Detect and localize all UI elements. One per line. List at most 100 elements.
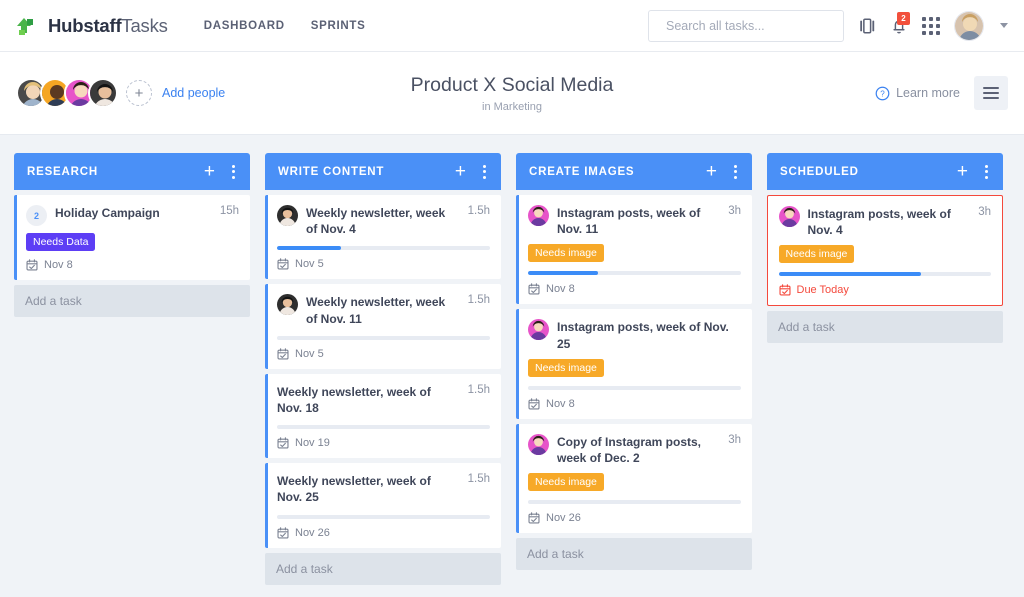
user-avatar-image xyxy=(955,12,984,41)
add-task-label: Add a task xyxy=(778,320,835,334)
project-members: + Add people xyxy=(16,78,225,108)
task-card[interactable]: Weekly newsletter, week of Nov. 111.5hNo… xyxy=(265,284,501,368)
grid-dot xyxy=(922,31,926,35)
task-time-estimate: 1.5h xyxy=(463,473,490,485)
task-title: Weekly newsletter, week of Nov. 18 xyxy=(277,384,455,416)
user-avatar[interactable] xyxy=(954,11,984,41)
task-due-date-label: Nov 19 xyxy=(295,437,330,449)
task-progress-bar xyxy=(277,515,490,519)
calendar-icon xyxy=(26,259,38,271)
add-card-button[interactable]: + xyxy=(706,162,717,181)
task-progress-fill xyxy=(779,272,921,276)
member-avatar[interactable] xyxy=(88,78,118,108)
calendar-icon xyxy=(528,283,540,295)
svg-text:?: ? xyxy=(880,89,885,98)
task-due-date: Due Today xyxy=(779,284,992,296)
notifications-bell[interactable]: 2 xyxy=(890,17,908,35)
task-title: Weekly newsletter, week of Nov. 11 xyxy=(306,294,455,326)
task-tag[interactable]: Needs image xyxy=(528,244,604,262)
task-card[interactable]: Instagram posts, week of Nov. 113hNeeds … xyxy=(516,195,752,304)
project-subheader: + Add people Product X Social Media in M… xyxy=(0,52,1024,135)
add-task-button-research[interactable]: Add a task xyxy=(14,285,250,317)
board-column-write-content: WRITE CONTENT+Weekly newsletter, week of… xyxy=(265,153,501,585)
logo-text-light: Tasks xyxy=(121,15,167,36)
column-actions: + xyxy=(706,162,741,181)
task-due-date: Nov 19 xyxy=(277,437,490,449)
task-card-header: Weekly newsletter, week of Nov. 25 1.5h xyxy=(277,473,490,505)
board-menu-button[interactable] xyxy=(974,76,1008,110)
kanban-board: RESEARCH+2Holiday Campaign15hNeeds DataN… xyxy=(0,135,1024,597)
board-column-create-images: CREATE IMAGES + Instagram posts, week of N… xyxy=(516,153,752,570)
board-column-research: RESEARCH+2Holiday Campaign15hNeeds DataN… xyxy=(14,153,250,317)
grid-dot xyxy=(922,17,926,21)
app-logo[interactable]: HubstaffTasks xyxy=(14,13,168,39)
column-header-create-images: CREATE IMAGES + xyxy=(516,153,752,190)
column-menu-button[interactable] xyxy=(981,163,992,181)
nav-sprints[interactable]: SPRINTS xyxy=(311,20,366,32)
add-people-button[interactable]: + xyxy=(126,80,152,106)
task-card[interactable]: Instagram posts, week of Nov. 4 3h Needs i… xyxy=(767,195,1003,306)
task-card-header: Weekly newsletter, week of Nov. 41.5h xyxy=(277,205,490,237)
task-assignee-avatar xyxy=(528,319,549,340)
menu-dot xyxy=(483,165,486,168)
task-title: Copy of Instagram posts, week of Dec. 2 xyxy=(557,434,715,466)
task-due-date-label: Nov 5 xyxy=(295,348,324,360)
task-card[interactable]: Weekly newsletter, week of Nov. 41.5hNov… xyxy=(265,195,501,279)
task-title: Instagram posts, week of Nov. 4 xyxy=(808,206,966,238)
task-card[interactable]: 2Holiday Campaign15hNeeds DataNov 8 xyxy=(14,195,250,280)
task-title: Weekly newsletter, week of Nov. 25 xyxy=(277,473,455,505)
column-cards: Instagram posts, week of Nov. 4 3h Needs i… xyxy=(767,195,1003,306)
apps-grid-icon[interactable] xyxy=(922,17,940,35)
add-task-button-write-content[interactable]: Add a task xyxy=(265,553,501,585)
hamburger-icon-line xyxy=(983,87,999,89)
task-card[interactable]: Copy of Instagram posts, week of Dec. 23… xyxy=(516,424,752,533)
task-due-date-label: Nov 8 xyxy=(546,398,575,410)
add-task-button-create-images[interactable]: Add a task xyxy=(516,538,752,570)
top-navigation-bar: HubstaffTasks DASHBOARD SPRINTS xyxy=(0,0,1024,52)
column-menu-button[interactable] xyxy=(479,163,490,181)
task-progress-fill xyxy=(277,246,341,250)
activity-sidebar-icon[interactable] xyxy=(858,17,876,35)
calendar-icon xyxy=(277,348,289,360)
add-card-button[interactable]: + xyxy=(204,162,215,181)
task-time-estimate: 3h xyxy=(973,206,991,218)
task-tag[interactable]: Needs Data xyxy=(26,233,95,251)
menu-dot xyxy=(232,176,235,179)
nav-dashboard[interactable]: DASHBOARD xyxy=(204,20,285,32)
column-cards: Weekly newsletter, week of Nov. 41.5h Nov… xyxy=(265,195,501,548)
task-due-date-label: Nov 8 xyxy=(546,283,575,295)
task-progress-bar xyxy=(528,500,741,504)
add-people-label[interactable]: Add people xyxy=(162,86,225,100)
column-menu-button[interactable] xyxy=(228,163,239,181)
column-cards: Instagram posts, week of Nov. 113hNeeds … xyxy=(516,195,752,533)
menu-dot xyxy=(985,176,988,179)
add-card-button[interactable]: + xyxy=(957,162,968,181)
search-box[interactable] xyxy=(648,10,844,42)
add-task-label: Add a task xyxy=(25,294,82,308)
task-card[interactable]: Weekly newsletter, week of Nov. 251.5hNo… xyxy=(265,463,501,547)
subheader-actions: ? Learn more xyxy=(875,76,1008,110)
learn-more-button[interactable]: ? Learn more xyxy=(875,86,960,101)
task-progress-bar xyxy=(277,425,490,429)
task-card[interactable]: Weekly newsletter, week of Nov. 181.5h No… xyxy=(265,374,501,458)
menu-dot xyxy=(232,165,235,168)
user-menu-chevron-down-icon[interactable] xyxy=(1000,23,1008,28)
grid-dot xyxy=(922,24,926,28)
grid-dot xyxy=(929,31,933,35)
calendar-icon xyxy=(277,437,289,449)
search-input[interactable] xyxy=(666,19,827,33)
add-task-label: Add a task xyxy=(527,547,584,561)
grid-dot xyxy=(936,17,940,21)
add-task-button-scheduled[interactable]: Add a task xyxy=(767,311,1003,343)
plus-icon: + xyxy=(135,86,144,101)
column-menu-button[interactable] xyxy=(730,163,741,181)
column-title: CREATE IMAGES xyxy=(529,166,634,178)
task-tag[interactable]: Needs image xyxy=(528,473,604,491)
calendar-icon xyxy=(528,398,540,410)
add-card-button[interactable]: + xyxy=(455,162,466,181)
task-card-header: Weekly newsletter, week of Nov. 181.5h xyxy=(277,384,490,416)
task-tag[interactable]: Needs image xyxy=(528,359,604,377)
menu-dot xyxy=(734,170,737,173)
task-card[interactable]: Instagram posts, week of Nov. 25Needs im… xyxy=(516,309,752,418)
task-tag[interactable]: Needs image xyxy=(779,245,855,263)
